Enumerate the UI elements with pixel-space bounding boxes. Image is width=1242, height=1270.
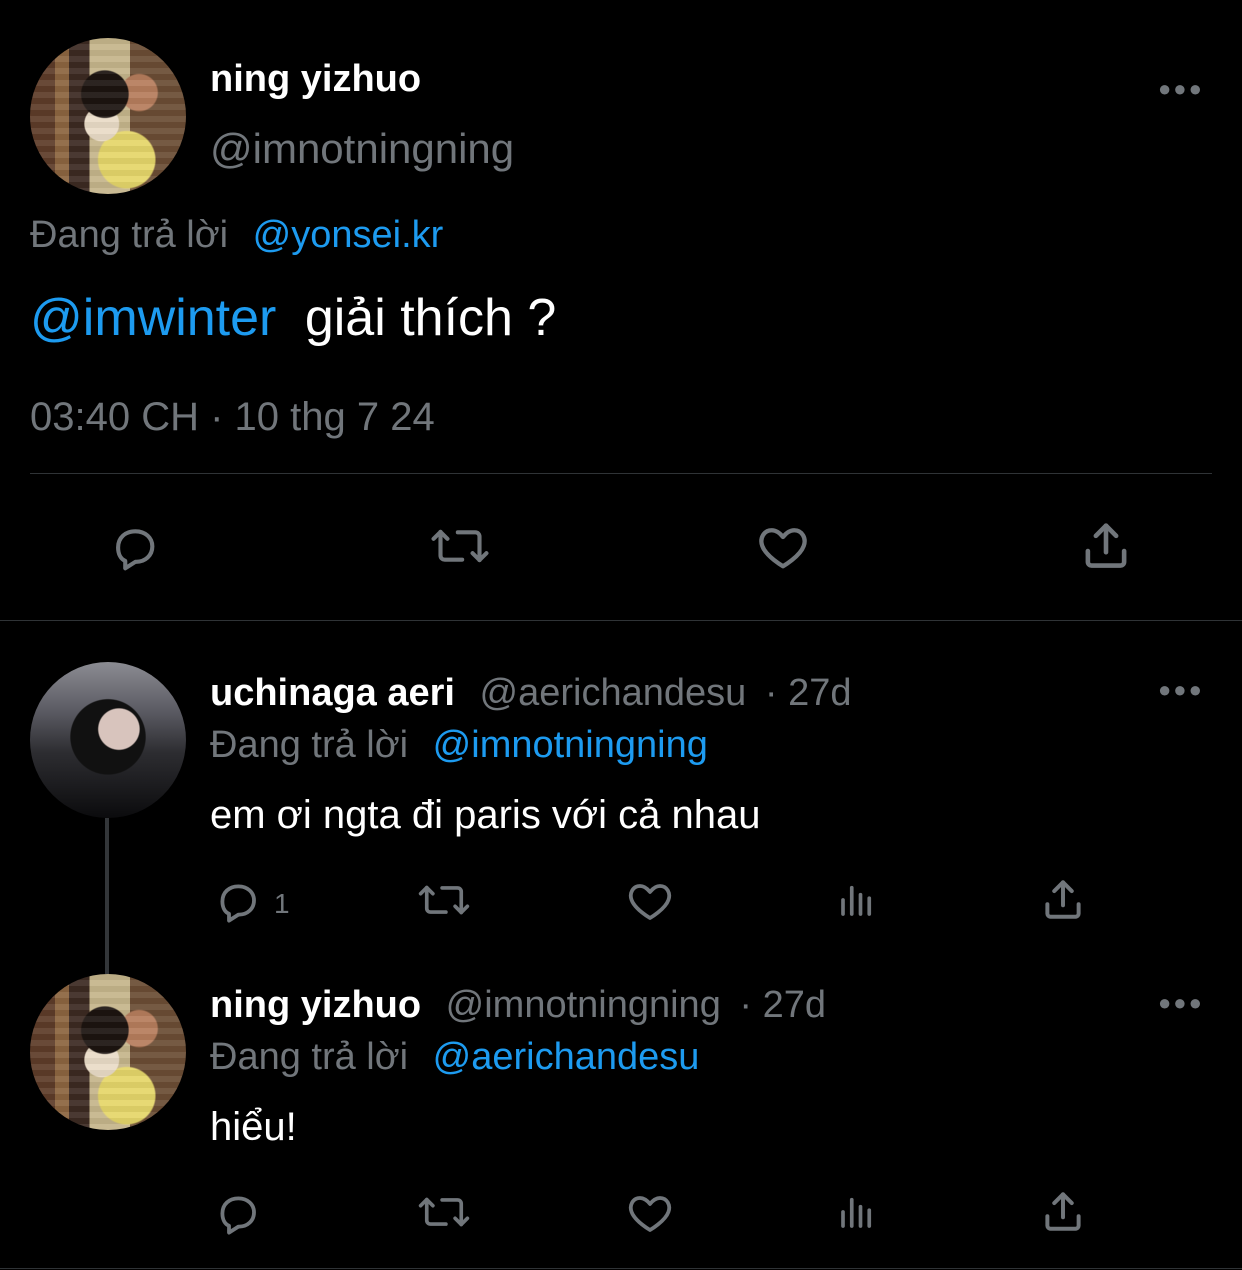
reply-icon [214, 876, 262, 924]
share-button[interactable] [1071, 515, 1141, 575]
reply-count: 1 [274, 888, 290, 919]
like-button[interactable] [620, 874, 680, 926]
avatar[interactable] [30, 974, 186, 1130]
replying-label: Đang trả lời [210, 724, 409, 766]
replying-label: Đang trả lời [30, 214, 229, 256]
thread-connector [105, 818, 109, 974]
section-divider [0, 620, 1242, 621]
mention-link[interactable]: @imwinter [30, 289, 276, 347]
replying-to-link[interactable]: @yonsei.kr [253, 214, 444, 256]
views-icon [836, 879, 878, 921]
retweet-button[interactable] [410, 1186, 478, 1238]
share-icon [1038, 873, 1088, 925]
reply-button[interactable] [208, 1186, 268, 1238]
post-age[interactable]: · 27d [765, 672, 852, 714]
divider [30, 473, 1212, 474]
like-button[interactable] [620, 1186, 680, 1238]
views-button[interactable] [832, 1186, 882, 1238]
reply-text: em ơi ngta đi paris với cả nhau [210, 793, 761, 837]
retweet-button[interactable] [410, 874, 478, 926]
replying-to-link[interactable]: @imnotningning [433, 724, 708, 766]
reply-button[interactable] [208, 874, 268, 926]
author-handle[interactable]: @aerichandesu [480, 672, 747, 714]
author-handle[interactable]: @imnotningning [446, 984, 721, 1026]
share-icon [1077, 515, 1135, 575]
reply-header: ning yizhuo @imnotningning · 27d [210, 986, 826, 1024]
reply-text: hiểu! [210, 1105, 297, 1149]
retweet-icon [414, 877, 474, 923]
like-icon [625, 876, 675, 924]
tweet-text: @imwinter giải thích ? [30, 292, 556, 344]
reply-button[interactable] [100, 518, 170, 574]
replying-line: Đang trả lời @aerichandesu [210, 1038, 699, 1076]
like-icon [754, 519, 812, 573]
views-icon [836, 1191, 878, 1233]
more-icon[interactable]: ●●● [1158, 677, 1204, 703]
replying-line: Đang trả lời @yonsei.kr [30, 216, 443, 254]
views-button[interactable] [832, 874, 882, 926]
replying-label: Đang trả lời [210, 1036, 409, 1078]
author-name[interactable]: uchinaga aeri [210, 672, 455, 714]
like-button[interactable] [748, 518, 818, 574]
reply-header: uchinaga aeri @aerichandesu · 27d [210, 674, 851, 712]
replying-line: Đang trả lời @imnotningning [210, 726, 708, 764]
reply-icon [107, 520, 163, 572]
more-icon[interactable]: ●●● [1158, 990, 1204, 1016]
retweet-button[interactable] [420, 518, 500, 574]
like-icon [625, 1188, 675, 1236]
retweet-icon [414, 1189, 474, 1235]
tweet-body: giải thích ? [304, 289, 557, 347]
replying-to-link[interactable]: @aerichandesu [433, 1036, 700, 1078]
more-icon[interactable]: ●●● [1158, 76, 1204, 102]
timestamp[interactable]: 03:40 CH · 10 thg 7 24 [30, 397, 435, 437]
retweet-icon [426, 520, 494, 572]
author-name[interactable]: ning yizhuo [210, 984, 421, 1026]
author-name[interactable]: ning yizhuo [210, 60, 421, 98]
post-age[interactable]: · 27d [739, 984, 826, 1026]
avatar[interactable] [30, 662, 186, 818]
share-icon [1038, 1185, 1088, 1237]
bottom-divider [0, 1268, 1242, 1269]
author-handle[interactable]: @imnotningning [210, 128, 514, 170]
share-button[interactable] [1033, 1184, 1093, 1238]
reply-icon [214, 1188, 262, 1236]
share-button[interactable] [1033, 872, 1093, 926]
avatar[interactable] [30, 38, 186, 194]
